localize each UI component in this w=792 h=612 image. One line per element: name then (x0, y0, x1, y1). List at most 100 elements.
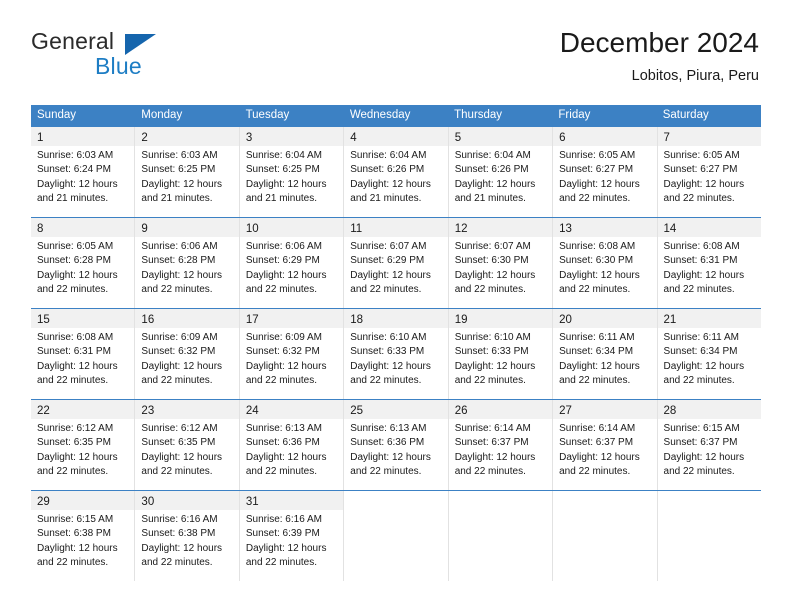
day-cell[interactable]: 18 Sunrise: 6:10 AM Sunset: 6:33 PM Dayligh… (343, 309, 448, 399)
day-number: 8 (37, 223, 44, 235)
sunset-text: Sunset: 6:29 PM (350, 255, 425, 267)
day-cell[interactable]: 6 Sunrise: 6:05 AM Sunset: 6:27 PM Daylight… (552, 127, 657, 217)
day-cell[interactable]: 25 Sunrise: 6:13 AM Sunset: 6:36 PM Dayligh… (343, 400, 448, 490)
day-cell[interactable]: 13 Sunrise: 6:08 AM Sunset: 6:30 PM Dayligh… (552, 218, 657, 308)
day-cell[interactable]: 21 Sunrise: 6:11 AM Sunset: 6:34 PM Dayligh… (656, 309, 761, 399)
day-number-band: 5 (448, 127, 553, 146)
day-number: 12 (454, 223, 468, 235)
day-number-band: 28 (657, 400, 761, 419)
weekday-header-thursday: Thursday (454, 109, 503, 121)
day-cell[interactable]: 1 Sunrise: 6:03 AM Sunset: 6:24 PM Daylight… (31, 127, 135, 217)
daylight-text-line1: Daylight: 12 hours (141, 360, 223, 372)
day-number: 18 (350, 314, 364, 326)
day-number-band: 19 (448, 309, 553, 328)
sunset-text: Sunset: 6:28 PM (141, 255, 216, 267)
day-cell[interactable]: 11 Sunrise: 6:07 AM Sunset: 6:29 PM Dayligh… (343, 218, 448, 308)
day-cell[interactable]: 3 Sunrise: 6:04 AM Sunset: 6:25 PM Daylight… (238, 127, 344, 217)
day-number-band (449, 491, 552, 510)
sunrise-text: Sunrise: 6:05 AM (559, 150, 636, 161)
day-details: Sunrise: 6:07 AM Sunset: 6:30 PM Daylight:… (449, 237, 552, 298)
day-details: Sunrise: 6:14 AM Sunset: 6:37 PM Daylight:… (449, 419, 552, 480)
sunrise-text: Sunrise: 6:13 AM (350, 423, 427, 434)
day-number: 6 (559, 132, 566, 144)
day-number: 15 (37, 314, 50, 326)
daylight-text-line1: Daylight: 12 hours (454, 269, 536, 281)
page-header: General Blue December 2024 Lobitos, Piur… (31, 27, 759, 96)
day-cell[interactable]: 7 Sunrise: 6:05 AM Sunset: 6:27 PM Daylight… (656, 127, 761, 217)
day-cell[interactable]: 14 Sunrise: 6:08 AM Sunset: 6:31 PM Dayligh… (656, 218, 761, 308)
sunrise-text: Sunrise: 6:09 AM (245, 332, 322, 343)
day-cell[interactable]: 28 Sunrise: 6:15 AM Sunset: 6:37 PM Dayligh… (656, 400, 761, 490)
sunset-text: Sunset: 6:37 PM (559, 437, 634, 449)
day-cell[interactable]: 19 Sunrise: 6:10 AM Sunset: 6:33 PM Dayligh… (447, 309, 553, 399)
day-details: Sunrise: 6:04 AM Sunset: 6:26 PM Daylight:… (344, 146, 447, 207)
day-details: Sunrise: 6:11 AM Sunset: 6:34 PM Daylight:… (658, 328, 761, 389)
day-number-band: 17 (239, 309, 344, 328)
day-number: 2 (141, 132, 148, 144)
day-cell[interactable]: 2 Sunrise: 6:03 AM Sunset: 6:25 PM Daylight… (134, 127, 239, 217)
daylight-text-line2: and 22 minutes. (141, 284, 213, 296)
day-cell[interactable]: 24 Sunrise: 6:13 AM Sunset: 6:36 PM Dayligh… (238, 400, 344, 490)
page-title: December 2024 (559, 27, 759, 58)
day-cell[interactable]: 31 Sunrise: 6:16 AM Sunset: 6:39 PM Dayligh… (238, 491, 344, 581)
sunrise-text: Sunrise: 6:07 AM (454, 241, 531, 252)
daylight-text-line1: Daylight: 12 hours (37, 451, 118, 463)
sunset-text: Sunset: 6:33 PM (454, 346, 529, 358)
day-number: 14 (663, 223, 677, 235)
daylight-text-line2: and 21 minutes. (141, 193, 213, 205)
logo-text-blue: Blue (95, 53, 142, 79)
day-cell[interactable]: 20 Sunrise: 6:11 AM Sunset: 6:34 PM Dayligh… (552, 309, 657, 399)
daylight-text-line1: Daylight: 12 hours (559, 269, 640, 281)
day-number: 13 (559, 223, 572, 235)
sunset-text: Sunset: 6:36 PM (350, 437, 425, 449)
sunrise-text: Sunrise: 6:05 AM (663, 150, 740, 161)
day-cell[interactable]: 29 Sunrise: 6:15 AM Sunset: 6:38 PM Dayligh… (31, 491, 135, 581)
daylight-text-line1: Daylight: 12 hours (245, 360, 327, 372)
sunrise-text: Sunrise: 6:14 AM (454, 423, 531, 434)
weekday-header-tuesday: Tuesday (245, 109, 290, 121)
weekday-header-saturday: Saturday (662, 109, 709, 121)
sunset-text: Sunset: 6:30 PM (454, 255, 529, 267)
sunrise-text: Sunrise: 6:15 AM (37, 514, 114, 525)
sunrise-text: Sunrise: 6:04 AM (245, 150, 322, 161)
day-cell[interactable]: 15 Sunrise: 6:08 AM Sunset: 6:31 PM Dayligh… (31, 309, 135, 399)
calendar-week-row: 29 Sunrise: 6:15 AM Sunset: 6:38 PM Dayligh… (31, 490, 761, 581)
daylight-text-line2: and 22 minutes. (454, 375, 526, 387)
day-cell[interactable]: 23 Sunrise: 6:12 AM Sunset: 6:35 PM Dayligh… (134, 400, 239, 490)
day-cell[interactable]: 17 Sunrise: 6:09 AM Sunset: 6:32 PM Dayligh… (238, 309, 344, 399)
sunrise-text: Sunrise: 6:15 AM (663, 423, 740, 434)
day-cell[interactable]: 9 Sunrise: 6:06 AM Sunset: 6:28 PM Daylight… (134, 218, 239, 308)
day-cell[interactable]: 27 Sunrise: 6:14 AM Sunset: 6:37 PM Dayligh… (552, 400, 657, 490)
day-cell[interactable]: 5 Sunrise: 6:04 AM Sunset: 6:26 PM Daylight… (447, 127, 553, 217)
weekday-header-monday: Monday (141, 109, 183, 121)
daylight-text-line1: Daylight: 12 hours (141, 269, 223, 281)
daylight-text-line1: Daylight: 12 hours (245, 451, 327, 463)
day-cell[interactable]: 8 Sunrise: 6:05 AM Sunset: 6:28 PM Daylight… (31, 218, 135, 308)
daylight-text-line1: Daylight: 12 hours (37, 269, 118, 281)
day-number-band: 23 (135, 400, 239, 419)
day-cell[interactable]: 30 Sunrise: 6:16 AM Sunset: 6:38 PM Dayligh… (134, 491, 239, 581)
day-cell[interactable]: 12 Sunrise: 6:07 AM Sunset: 6:30 PM Dayligh… (447, 218, 553, 308)
sunrise-text: Sunrise: 6:08 AM (663, 241, 740, 252)
sunset-text: Sunset: 6:24 PM (37, 164, 111, 176)
sunrise-text: Sunrise: 6:10 AM (350, 332, 427, 343)
daylight-text-line1: Daylight: 12 hours (245, 542, 327, 554)
sunrise-text: Sunrise: 6:10 AM (454, 332, 531, 343)
sunrise-text: Sunrise: 6:13 AM (245, 423, 322, 434)
sunset-text: Sunset: 6:36 PM (245, 437, 320, 449)
sunset-text: Sunset: 6:34 PM (559, 346, 634, 358)
day-cell[interactable]: 10 Sunrise: 6:06 AM Sunset: 6:29 PM Dayligh… (238, 218, 344, 308)
day-cell[interactable]: 16 Sunrise: 6:09 AM Sunset: 6:32 PM Dayligh… (134, 309, 239, 399)
calendar-week-row: 8 Sunrise: 6:05 AM Sunset: 6:28 PM Daylight… (31, 217, 761, 308)
day-cell[interactable]: 4 Sunrise: 6:04 AM Sunset: 6:26 PM Daylight… (343, 127, 448, 217)
day-details: Sunrise: 6:03 AM Sunset: 6:25 PM Daylight:… (135, 146, 238, 207)
daylight-text-line2: and 22 minutes. (559, 466, 631, 478)
day-number-band: 31 (239, 491, 344, 510)
day-details: Sunrise: 6:08 AM Sunset: 6:30 PM Daylight:… (553, 237, 656, 298)
day-cell[interactable]: 26 Sunrise: 6:14 AM Sunset: 6:37 PM Dayligh… (447, 400, 553, 490)
day-cell[interactable]: 22 Sunrise: 6:12 AM Sunset: 6:35 PM Dayligh… (31, 400, 135, 490)
daylight-text-line2: and 22 minutes. (141, 466, 213, 478)
daylight-text-line2: and 22 minutes. (454, 284, 526, 296)
day-details: Sunrise: 6:16 AM Sunset: 6:38 PM Daylight:… (135, 510, 238, 571)
general-blue-logo[interactable]: General Blue (31, 28, 251, 84)
